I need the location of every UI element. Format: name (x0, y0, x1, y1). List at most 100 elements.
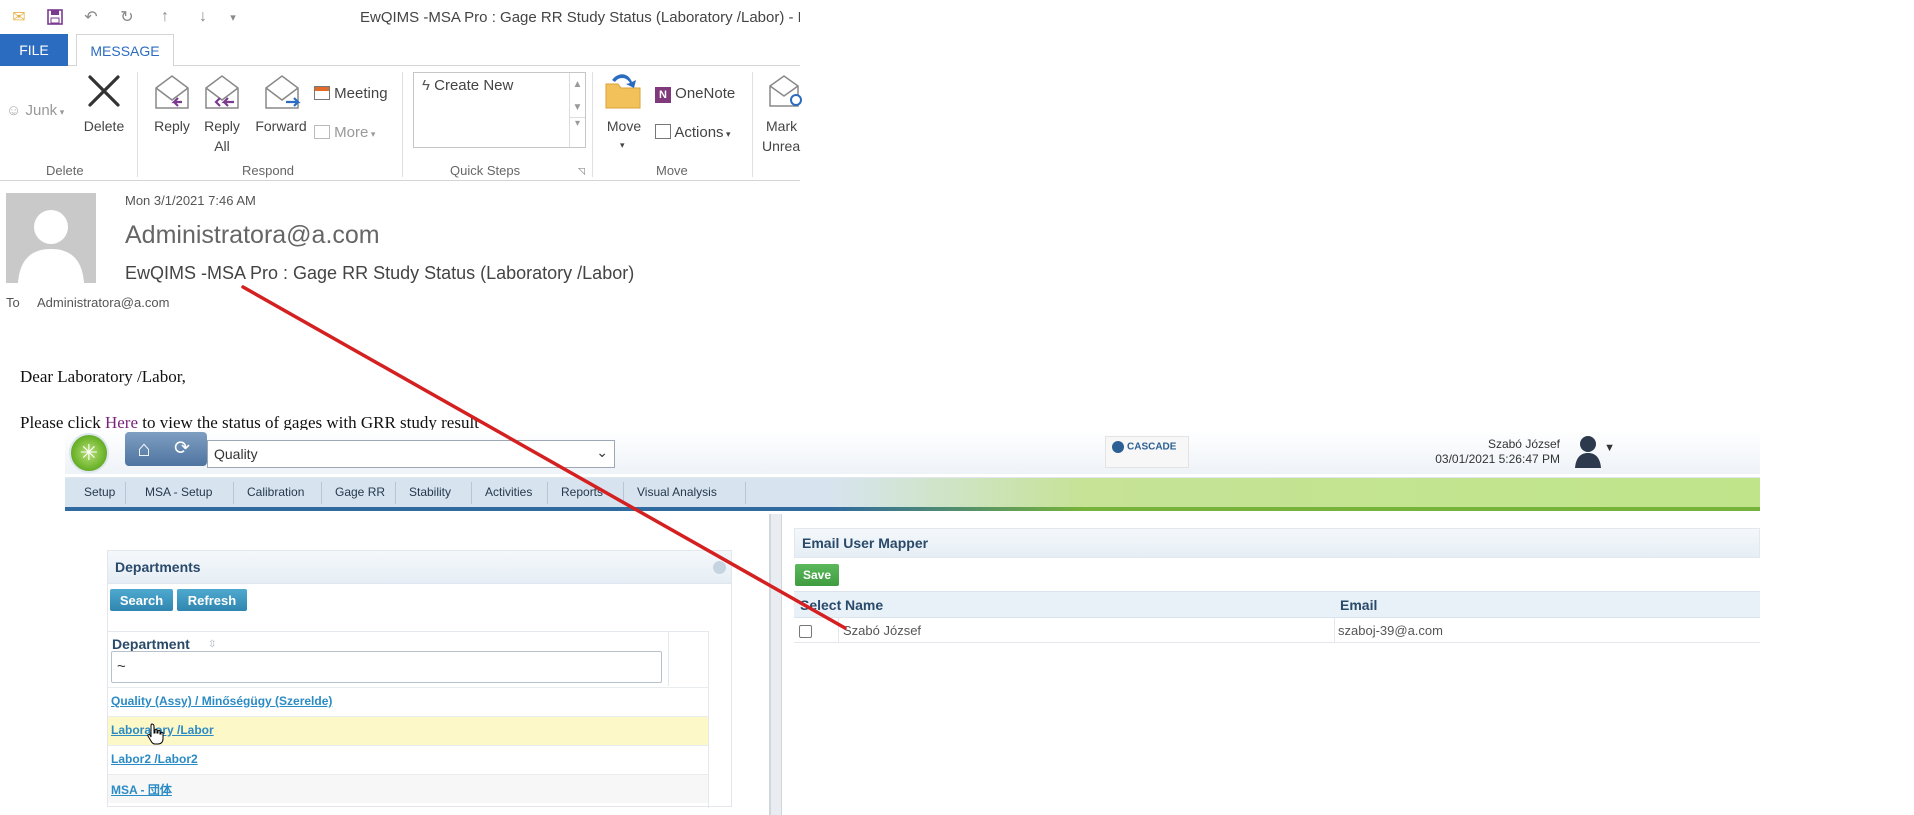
redo-icon[interactable]: ↻ (116, 7, 138, 27)
up-arrow-icon[interactable]: ↑ (154, 7, 176, 27)
ribbon-separator (137, 72, 138, 177)
department-filter-input[interactable]: ~ (111, 651, 662, 683)
onenote-button[interactable]: N OneNote (655, 85, 735, 103)
delete-button[interactable]: Delete (82, 118, 126, 134)
nav-gage-rr[interactable]: Gage RR (335, 485, 385, 499)
junk-icon: ☺ (6, 102, 22, 119)
message-header: Mon 3/1/2021 7:46 AM Administratora@a.co… (0, 183, 800, 323)
more-button[interactable]: More ▾ (314, 124, 375, 141)
message-date: Mon 3/1/2021 7:46 AM (125, 193, 256, 208)
lightning-icon: ϟ (422, 77, 430, 94)
department-row[interactable]: Quality (Assy) / Minőségügy (Szerelde) (108, 687, 708, 716)
name-column-header[interactable]: Name (845, 597, 883, 613)
cascade-logo: CASCADE (1105, 436, 1189, 468)
junk-button[interactable]: ☺ Junk ▾ (6, 102, 64, 119)
actions-button[interactable]: Actions ▾ (655, 124, 731, 141)
tab-message[interactable]: MESSAGE (76, 34, 174, 67)
departments-title: Departments (115, 559, 201, 575)
outlook-message-window: ✉ ↶ ↻ ↑ ↓ ▾ EwQIMS -MSA Pro : Gage RR St… (0, 0, 802, 430)
department-column-header[interactable]: Department (112, 636, 190, 652)
group-label-respond: Respond (242, 163, 295, 178)
dialog-launcher-icon[interactable]: ◹ (578, 166, 585, 177)
department-link[interactable]: MSA - 団体 (111, 781, 172, 798)
forward-button[interactable]: Forward (250, 118, 312, 134)
main-navigation: Setup MSA - Setup Calibration Gage RR St… (65, 477, 1760, 507)
ribbon-separator (402, 72, 403, 177)
department-link[interactable]: Quality (Assy) / Minőségügy (Szerelde) (111, 694, 332, 708)
move-dropdown-icon[interactable]: ▾ (620, 140, 625, 151)
refresh-icon[interactable]: ⟳ (169, 436, 195, 462)
reply-all-button-line2[interactable]: All (200, 138, 244, 154)
email-user-mapper-panel: Email User Mapper Save Select Name Email… (782, 514, 1760, 815)
tab-file[interactable]: FILE (0, 34, 68, 66)
nav-setup[interactable]: Setup (84, 485, 115, 499)
app-header: ✳ ⌂ ⟳ Quality ⌄ CASCADE Szabó József 03/… (65, 430, 1760, 474)
reply-all-button[interactable]: Reply (200, 118, 244, 134)
meeting-button[interactable]: Meeting (314, 85, 388, 102)
group-label-quick-steps: Quick Steps (450, 163, 521, 178)
down-arrow-icon[interactable]: ↓ (192, 7, 214, 27)
nav-stability[interactable]: Stability (409, 485, 451, 499)
department-row[interactable]: Labor2 /Labor2 (108, 745, 708, 774)
mapper-table-header: Select Name Email (794, 591, 1760, 618)
reply-button[interactable]: Reply (146, 118, 198, 134)
module-select[interactable]: Quality ⌄ (207, 440, 615, 468)
ewqims-web-app: ✳ ⌂ ⟳ Quality ⌄ CASCADE Szabó József 03/… (65, 430, 1760, 815)
nav-msa-setup[interactable]: MSA - Setup (145, 485, 212, 499)
refresh-button[interactable]: Refresh (177, 589, 247, 611)
scroll-down-icon[interactable]: ▼ (570, 102, 585, 113)
delete-icon (86, 74, 122, 108)
quick-steps-gallery[interactable]: ϟ Create New ▲ ▼ ▾ (413, 72, 586, 148)
sort-icon[interactable]: ⇳ (208, 639, 216, 650)
nav-calibration[interactable]: Calibration (247, 485, 304, 499)
group-label-move: Move (656, 163, 688, 178)
scroll-up-icon[interactable]: ▲ (570, 79, 585, 90)
reply-icon (152, 74, 192, 117)
onenote-icon: N (655, 87, 671, 103)
departments-header: Departments (108, 551, 731, 584)
window-title: EwQIMS -MSA Pro : Gage RR Study Status (… (360, 9, 800, 26)
ribbon-tabs: FILE MESSAGE (0, 34, 800, 67)
move-folder-icon (604, 72, 642, 115)
hand-cursor-icon (147, 723, 165, 750)
body-text-after-link: to view the status of gages with GRR stu… (138, 413, 479, 430)
user-menu-caret-icon[interactable]: ▼ (1604, 442, 1615, 454)
select-column-header: Select (800, 597, 842, 613)
customize-toolbar-icon[interactable]: ▾ (222, 7, 244, 27)
expand-gallery-icon[interactable]: ▾ (570, 117, 585, 129)
message-recipient[interactable]: Administratora@a.com (37, 295, 169, 310)
mark-unread-button[interactable]: Mark (766, 118, 806, 134)
search-button[interactable]: Search (110, 589, 173, 611)
message-sender[interactable]: Administratora@a.com (125, 221, 380, 250)
save-icon[interactable] (44, 7, 66, 27)
group-label-delete: Delete (46, 163, 84, 178)
save-button[interactable]: Save (795, 564, 839, 586)
ribbon-separator (592, 72, 593, 177)
collapse-icon[interactable] (713, 561, 726, 574)
home-icon[interactable]: ⌂ (131, 436, 157, 462)
row-select-checkbox[interactable] (799, 625, 812, 638)
undo-icon[interactable]: ↶ (80, 7, 102, 27)
forward-icon (262, 74, 304, 117)
nav-reports[interactable]: Reports (561, 485, 603, 499)
panel-splitter[interactable] (770, 514, 782, 815)
quick-steps-scrollbar[interactable]: ▲ ▼ ▾ (569, 73, 585, 147)
message-body-line: Please click Here to view the status of … (20, 413, 479, 430)
ewqims-logo[interactable]: ✳ (69, 433, 109, 473)
table-row[interactable]: Szabó József szaboj-39@a.com (794, 618, 1760, 643)
department-row-highlighted[interactable]: Laboratory /Labor (108, 716, 708, 745)
user-avatar-icon[interactable] (1571, 434, 1605, 470)
mark-unread-button-line2[interactable]: Unrea (762, 138, 802, 154)
quick-step-create-new[interactable]: ϟ Create New (422, 77, 513, 94)
department-row[interactable]: MSA - 団体 (108, 774, 708, 803)
grid-line (668, 631, 669, 686)
email-column-header[interactable]: Email (1340, 597, 1377, 613)
nav-visual-analysis[interactable]: Visual Analysis (637, 485, 717, 499)
grid-line (108, 631, 708, 632)
department-link[interactable]: Labor2 /Labor2 (111, 752, 198, 766)
message-subject: EwQIMS -MSA Pro : Gage RR Study Status (… (125, 263, 635, 283)
move-button[interactable]: Move (600, 118, 648, 134)
nav-underline-strip (65, 507, 1760, 511)
nav-activities[interactable]: Activities (485, 485, 532, 499)
here-link[interactable]: Here (105, 413, 138, 430)
